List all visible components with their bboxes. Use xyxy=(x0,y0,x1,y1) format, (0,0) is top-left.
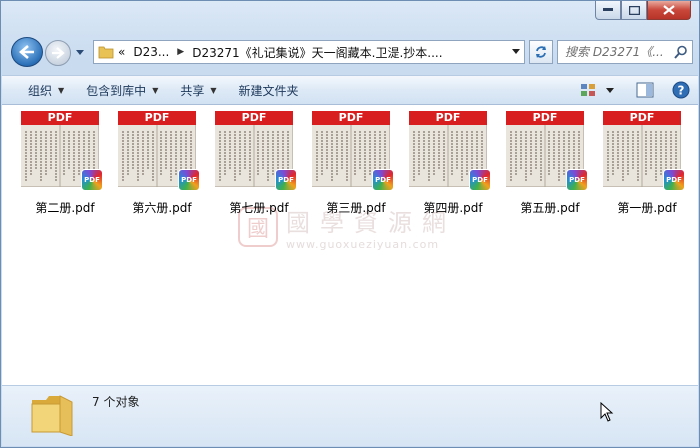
help-icon[interactable]: ? xyxy=(672,81,690,99)
breadcrumb-root[interactable]: D23... xyxy=(133,45,169,59)
file-name[interactable]: 第一册.pdf xyxy=(601,199,693,216)
preview-pane-icon[interactable] xyxy=(636,82,654,98)
forward-arrow-icon xyxy=(52,47,65,59)
pdf-app-badge-icon: PDF xyxy=(275,169,297,191)
include-in-library-menu[interactable]: 包含到库中 ▼ xyxy=(75,76,169,104)
search-box xyxy=(557,40,693,64)
file-item[interactable]: PDF PDF 第六册.pdf xyxy=(116,111,213,216)
file-item[interactable]: PDF PDF 第二册.pdf xyxy=(19,111,116,216)
organize-label: 组织 xyxy=(28,83,53,98)
recent-pages-dropdown[interactable] xyxy=(75,46,85,58)
view-controls: ? xyxy=(580,81,690,99)
command-bar: 组织 ▼ 包含到库中 ▼ 共享 ▼ 新建文件夹 ? xyxy=(2,75,698,105)
maximize-button[interactable] xyxy=(621,1,647,20)
file-name[interactable]: 第五册.pdf xyxy=(504,199,596,216)
share-label: 共享 xyxy=(180,83,205,98)
breadcrumb-separator-icon[interactable]: ▶ xyxy=(177,47,184,57)
pdf-thumbnail[interactable]: PDF PDF xyxy=(506,111,588,197)
file-item[interactable]: PDF PDF 第七册.pdf xyxy=(213,111,310,216)
pdf-banner: PDF xyxy=(118,111,196,125)
folder-icon xyxy=(98,46,114,59)
organize-menu[interactable]: 组织 ▼ xyxy=(17,76,75,104)
pdf-thumbnail[interactable]: PDF PDF xyxy=(21,111,103,197)
chevron-down-icon: ▼ xyxy=(152,85,159,95)
file-list-area[interactable]: 國 國學資源網 www.guoxueziyuan.com PDF PDF 第二册.p… xyxy=(2,105,698,385)
pdf-thumbnail[interactable]: PDF PDF xyxy=(409,111,491,197)
search-icon[interactable] xyxy=(674,45,688,59)
file-name[interactable]: 第四册.pdf xyxy=(407,199,499,216)
new-folder-label: 新建文件夹 xyxy=(238,83,299,98)
svg-text:?: ? xyxy=(678,84,685,98)
pdf-banner: PDF xyxy=(603,111,681,125)
new-folder-button[interactable]: 新建文件夹 xyxy=(228,76,310,104)
file-grid: PDF PDF 第二册.pdf PDF PDF 第六册.pdf PDF PDF 第七册.pdf P… xyxy=(19,111,698,216)
view-options-dropdown-icon[interactable] xyxy=(606,87,614,93)
file-name[interactable]: 第七册.pdf xyxy=(213,199,305,216)
minimize-button[interactable] xyxy=(595,1,621,20)
details-pane: 7 个对象 xyxy=(2,385,698,446)
pdf-app-badge-icon: PDF xyxy=(81,169,103,191)
address-dropdown-icon[interactable] xyxy=(512,49,520,54)
back-button[interactable] xyxy=(11,37,43,67)
chevron-down-icon: ▼ xyxy=(58,85,65,95)
file-item[interactable]: PDF PDF 第三册.pdf xyxy=(310,111,407,216)
include-library-label: 包含到库中 xyxy=(86,83,147,98)
address-bar[interactable]: « D23... ▶ D23271《礼记集说》天一阁藏本.卫湜.抄本.... xyxy=(93,40,525,64)
breadcrumb: « D23... ▶ D23271《礼记集说》天一阁藏本.卫湜.抄本.... xyxy=(118,44,443,61)
file-name[interactable]: 第三册.pdf xyxy=(310,199,402,216)
item-count: 7 个对象 xyxy=(92,395,140,409)
forward-button[interactable] xyxy=(45,40,71,66)
pdf-thumbnail[interactable]: PDF PDF xyxy=(603,111,685,197)
file-name[interactable]: 第六册.pdf xyxy=(116,199,208,216)
pdf-app-badge-icon: PDF xyxy=(566,169,588,191)
search-input[interactable] xyxy=(565,45,677,59)
close-button[interactable] xyxy=(647,1,691,20)
file-item[interactable]: PDF PDF 第五册.pdf xyxy=(504,111,601,216)
explorer-window: « D23... ▶ D23271《礼记集说》天一阁藏本.卫湜.抄本.... 搜… xyxy=(0,0,700,448)
refresh-button[interactable] xyxy=(529,40,553,64)
folder-icon xyxy=(31,395,73,436)
navigation-row: « D23... ▶ D23271《礼记集说》天一阁藏本.卫湜.抄本.... xyxy=(9,37,693,67)
breadcrumb-current[interactable]: D23271《礼记集说》天一阁藏本.卫湜.抄本.... xyxy=(192,44,442,61)
file-item[interactable]: PDF PDF 第一册.pdf xyxy=(601,111,698,216)
minimize-icon xyxy=(603,8,613,11)
chevron-down-icon: ▼ xyxy=(210,85,217,95)
share-menu[interactable]: 共享 ▼ xyxy=(169,76,227,104)
mouse-cursor-icon xyxy=(600,402,614,422)
pdf-banner: PDF xyxy=(21,111,99,125)
pdf-thumbnail[interactable]: PDF PDF xyxy=(118,111,200,197)
large-icons-view-icon xyxy=(581,84,595,96)
pdf-banner: PDF xyxy=(409,111,487,125)
file-name[interactable]: 第二册.pdf xyxy=(19,199,111,216)
maximize-icon xyxy=(628,5,640,15)
change-view-button[interactable] xyxy=(580,83,596,97)
pdf-thumbnail[interactable]: PDF PDF xyxy=(215,111,297,197)
close-icon xyxy=(663,5,675,15)
pdf-thumbnail[interactable]: PDF PDF xyxy=(312,111,394,197)
pdf-app-badge-icon: PDF xyxy=(372,169,394,191)
caption-buttons xyxy=(595,1,691,21)
pdf-banner: PDF xyxy=(312,111,390,125)
pdf-app-badge-icon: PDF xyxy=(469,169,491,191)
chevron-down-icon xyxy=(76,49,84,55)
back-arrow-icon xyxy=(19,45,34,59)
pdf-banner: PDF xyxy=(506,111,584,125)
file-item[interactable]: PDF PDF 第四册.pdf xyxy=(407,111,504,216)
breadcrumb-overflow[interactable]: « xyxy=(118,45,125,59)
pdf-banner: PDF xyxy=(215,111,293,125)
pdf-app-badge-icon: PDF xyxy=(178,169,200,191)
pdf-app-badge-icon: PDF xyxy=(663,169,685,191)
refresh-icon xyxy=(536,46,546,58)
watermark-url: www.guoxueziyuan.com xyxy=(286,238,440,251)
